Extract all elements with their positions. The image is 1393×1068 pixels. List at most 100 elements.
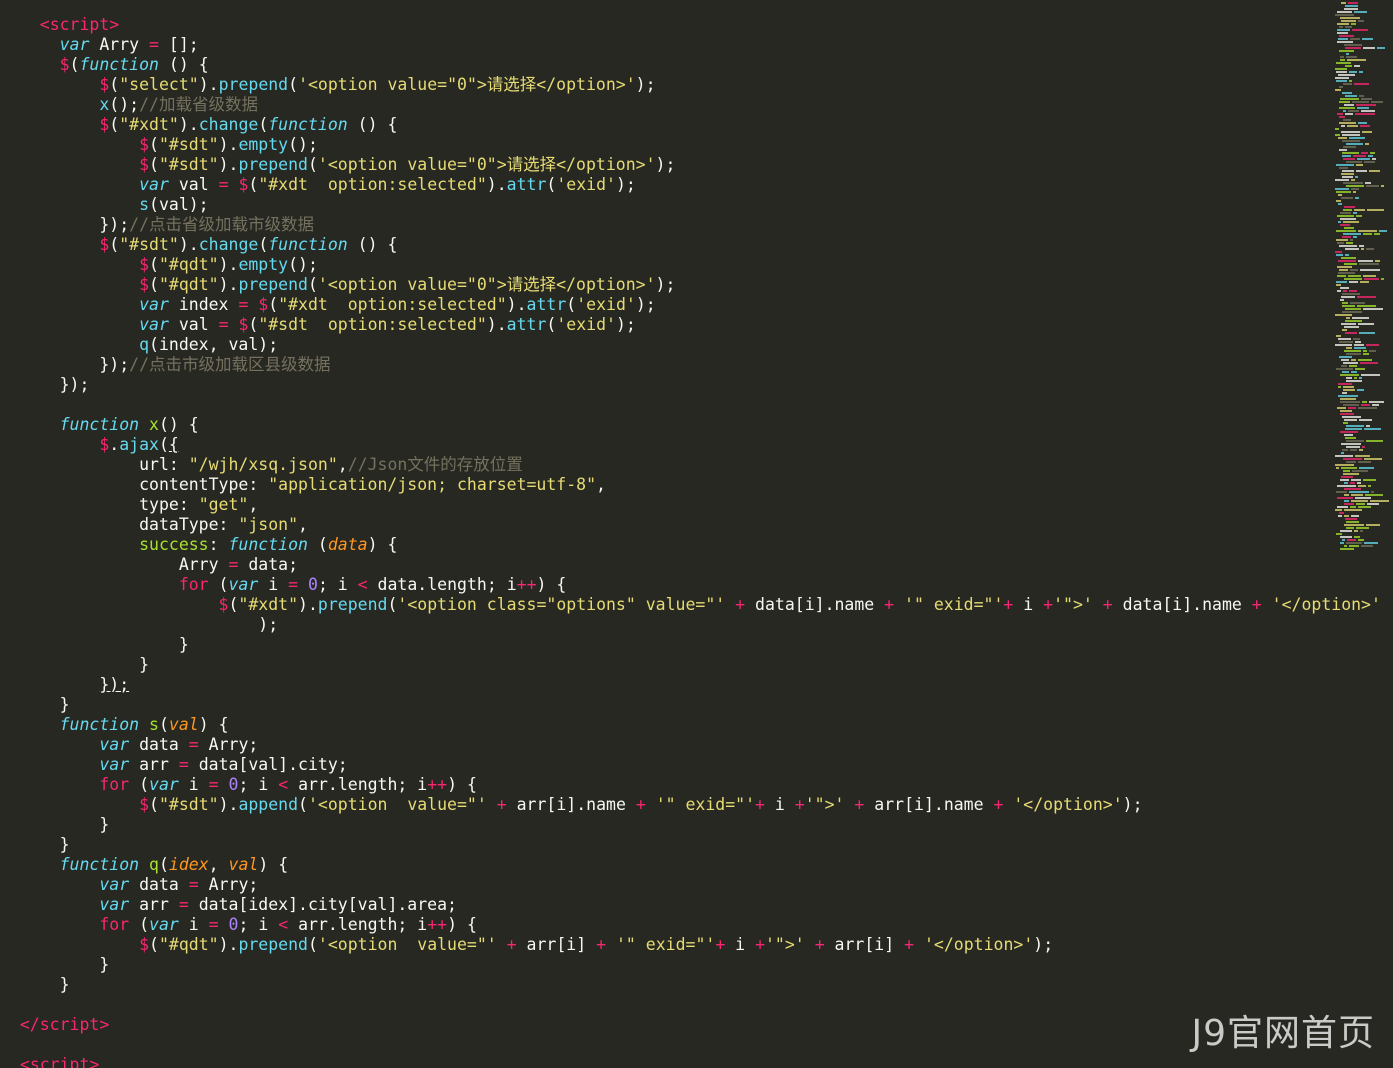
code-token: //Json文件的存放位置 — [347, 455, 523, 474]
code-token: ( — [109, 75, 120, 94]
code-line[interactable]: function s(val) { — [0, 715, 1381, 735]
minimap-stroke — [1340, 431, 1358, 433]
code-token: } — [59, 695, 70, 714]
code-line[interactable]: });//点击市级加载区县级数据 — [0, 355, 1381, 375]
code-token: . — [109, 435, 120, 454]
code-line[interactable]: $("#qdt").prepend('<option value="0">请选择… — [0, 275, 1381, 295]
code-line[interactable]: <script> — [0, 15, 1381, 35]
minimap-stroke — [1341, 125, 1345, 127]
code-line[interactable]: var index = $("#xdt option:selected").at… — [0, 295, 1381, 315]
code-line[interactable]: x();//加载省级数据 — [0, 95, 1381, 115]
code-line[interactable]: $("#xdt").prepend('<option class="option… — [0, 595, 1381, 615]
code-line[interactable] — [0, 1035, 1381, 1055]
minimap-stroke — [1349, 290, 1357, 292]
minimap-stroke — [1349, 545, 1359, 547]
code-line[interactable]: type: "get", — [0, 495, 1381, 515]
code-token: } — [139, 655, 150, 674]
code-line[interactable] — [0, 395, 1381, 415]
code-token: '<option value="0">请选择</option>' — [317, 275, 656, 294]
minimap-stroke — [1335, 179, 1349, 181]
code-token: ++ — [516, 575, 537, 594]
minimap-stroke — [1365, 494, 1383, 496]
code-line[interactable] — [0, 995, 1381, 1015]
code-token: i — [764, 795, 795, 814]
code-line[interactable]: contentType: "application/json; charset=… — [0, 475, 1381, 495]
code-line[interactable]: var data = Arry; — [0, 735, 1381, 755]
code-token: '<option class="options" value="' — [397, 595, 726, 614]
code-line[interactable]: } — [0, 955, 1381, 975]
minimap-stroke — [1343, 389, 1355, 391]
code-line[interactable]: function x() { — [0, 415, 1381, 435]
code-line[interactable]: var val = $("#xdt option:selected").attr… — [0, 175, 1381, 195]
code-line[interactable]: var Arry = []; — [0, 35, 1381, 55]
minimap-stroke — [1345, 437, 1356, 439]
code-line[interactable]: dataType: "json", — [0, 515, 1381, 535]
code-token: change — [198, 235, 259, 254]
minimap-stroke — [1339, 167, 1348, 169]
minimap-stroke — [1342, 236, 1351, 238]
minimap-stroke — [1344, 263, 1357, 265]
code-line[interactable]: $("#sdt").change(function () { — [0, 235, 1381, 255]
code-line[interactable]: $("#qdt").prepend('<option value="' + ar… — [0, 935, 1381, 955]
code-line[interactable]: <script> — [0, 1055, 1381, 1068]
minimap-stroke — [1339, 35, 1354, 37]
code-token: = — [178, 895, 189, 914]
code-line[interactable]: $("#sdt").empty(); — [0, 135, 1381, 155]
code-line[interactable]: var data = Arry; — [0, 875, 1381, 895]
code-line[interactable]: q(index, val); — [0, 335, 1381, 355]
code-line[interactable]: var val = $("#sdt option:selected").attr… — [0, 315, 1381, 335]
code-line[interactable]: $("#xdt").change(function () { — [0, 115, 1381, 135]
code-line[interactable]: $(function () { — [0, 55, 1381, 75]
minimap-stroke — [1339, 101, 1350, 103]
code-line[interactable]: $("#qdt").empty(); — [0, 255, 1381, 275]
code-line[interactable]: } — [0, 695, 1381, 715]
code-line[interactable]: var arr = data[idex].city[val].area; — [0, 895, 1381, 915]
code-line[interactable]: $("#sdt").append('<option value="' + arr… — [0, 795, 1381, 815]
minimap-stroke — [1340, 287, 1349, 289]
code-line[interactable]: } — [0, 975, 1381, 995]
code-token: "#qdt" — [158, 935, 219, 954]
minimap-stroke — [1359, 467, 1374, 469]
code-line[interactable]: }); — [0, 375, 1381, 395]
code-line[interactable]: </script> — [0, 1015, 1381, 1035]
code-token: ajax — [119, 435, 159, 454]
code-line[interactable]: $("select").prepend('<option value="0">请… — [0, 75, 1381, 95]
code-line[interactable]: } — [0, 835, 1381, 855]
minimap-stroke — [1354, 344, 1364, 346]
code-area[interactable]: <script> var Arry = []; $(function () { … — [0, 15, 1381, 1068]
code-line[interactable]: for (var i = 0; i < arr.length; i++) { — [0, 915, 1381, 935]
code-line[interactable]: var arr = data[val].city; — [0, 755, 1381, 775]
minimap-panel[interactable] — [1331, 0, 1393, 560]
code-line[interactable]: }); — [0, 675, 1381, 695]
code-line[interactable]: });//点击省级加载市级数据 — [0, 215, 1381, 235]
code-line[interactable]: $.ajax({ — [0, 435, 1381, 455]
code-line[interactable]: success: function (data) { — [0, 535, 1381, 555]
minimap-stroke — [1340, 401, 1360, 403]
code-line[interactable]: function q(idex, val) { — [0, 855, 1381, 875]
code-line[interactable]: } — [0, 635, 1381, 655]
minimap-stroke — [1335, 509, 1342, 511]
minimap-stroke — [1349, 80, 1352, 82]
code-token: = — [218, 315, 229, 334]
code-line[interactable]: for (var i = 0; i < arr.length; i++) { — [0, 775, 1381, 795]
minimap-stroke — [1338, 386, 1341, 388]
minimap-stroke — [1346, 53, 1349, 55]
code-token: 0 — [228, 915, 239, 934]
code-token: ( — [158, 435, 169, 454]
code-line[interactable]: s(val); — [0, 195, 1381, 215]
code-line[interactable]: } — [0, 815, 1381, 835]
code-line[interactable]: for (var i = 0; i < data.length; i++) { — [0, 575, 1381, 595]
code-token: < — [278, 915, 289, 934]
code-line[interactable]: $("#sdt").prepend('<option value="0">请选择… — [0, 155, 1381, 175]
code-line[interactable]: ); — [0, 615, 1381, 635]
code-line[interactable]: Arry = data; — [0, 555, 1381, 575]
code-editor[interactable]: <script> var Arry = []; $(function () { … — [0, 0, 1393, 1068]
code-line[interactable]: url: "/wjh/xsq.json",//Json文件的存放位置 — [0, 455, 1381, 475]
code-line[interactable]: } — [0, 655, 1381, 675]
minimap-stroke — [1337, 215, 1354, 217]
